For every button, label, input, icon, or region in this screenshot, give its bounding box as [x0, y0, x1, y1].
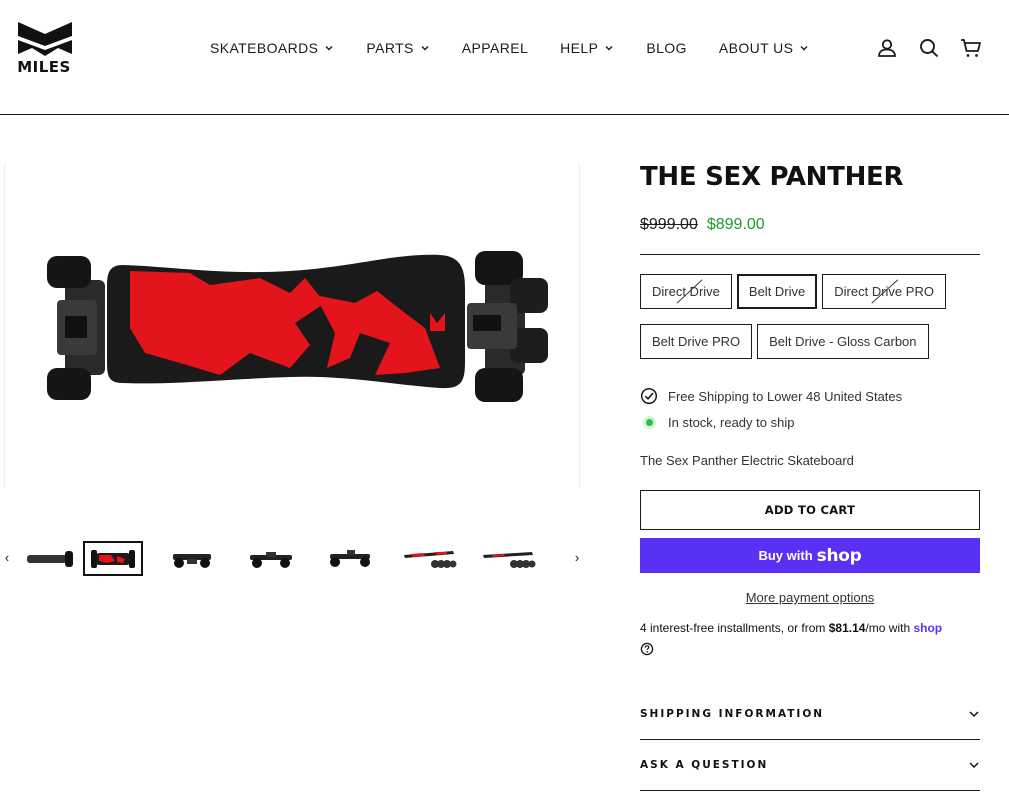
product-info-panel: THE SEX PANTHER $999.00 $899.00 Direct D… — [640, 160, 980, 658]
shop-pay-logo: shop — [816, 545, 862, 566]
installments-prefix: 4 interest-free installments, or from — [640, 621, 829, 635]
accordion-ask-a-question[interactable]: ASK A QUESTION — [640, 740, 980, 791]
thumbnail-2[interactable] — [83, 541, 143, 576]
variant-label: Belt Drive PRO — [652, 334, 741, 349]
variant-label: Direct Drive — [652, 284, 720, 299]
miles-logo[interactable]: MILES — [16, 20, 74, 78]
thumb-image — [173, 554, 211, 568]
variant-belt-drive-pro[interactable]: Belt Drive PRO — [640, 324, 753, 359]
nav-blog[interactable]: BLOG — [646, 40, 687, 56]
thumb-image — [483, 552, 536, 568]
variant-direct-drive-pro[interactable]: Direct Drive PRO — [822, 274, 946, 309]
buy-with-shop-button[interactable]: Buy with shop — [640, 538, 980, 573]
thumbnail-5[interactable] — [320, 542, 380, 576]
variant-selector: Direct Drive Belt Drive Direct Drive PRO… — [640, 274, 980, 374]
price-sale: $899.00 — [706, 216, 765, 233]
nav-help[interactable]: HELP — [560, 40, 614, 56]
miles-logo-icon — [18, 22, 72, 56]
nav-label: PARTS — [366, 40, 414, 56]
variant-label: Belt Drive — [748, 284, 806, 299]
logo-text: MILES — [17, 58, 71, 76]
variant-belt-drive-gloss-carbon[interactable]: Belt Drive - Gloss Carbon — [757, 324, 929, 359]
thumbnail-3[interactable] — [162, 542, 222, 576]
stock-note-text: In stock, ready to ship — [668, 414, 795, 430]
chevron-down-icon — [325, 46, 333, 51]
divider — [640, 254, 980, 255]
product-main-image[interactable] — [4, 163, 580, 488]
thumbnail-strip: ‹ › — [0, 538, 590, 580]
nav-skateboards[interactable]: SKATEBOARDS — [210, 40, 334, 56]
skateboard-image — [47, 251, 548, 402]
cart-icon[interactable] — [959, 36, 983, 60]
variant-label: Belt Drive - Gloss Carbon — [769, 334, 917, 349]
price-block: $999.00 $899.00 — [640, 216, 980, 234]
variant-direct-drive[interactable]: Direct Drive — [640, 274, 732, 309]
product-description: The Sex Panther Electric Skateboard — [640, 453, 854, 468]
question-icon[interactable] — [640, 642, 654, 656]
thumb-image — [27, 551, 73, 567]
shipping-note: Free Shipping to Lower 48 United States — [640, 386, 980, 406]
accordion-label: ASK A QUESTION — [640, 759, 769, 771]
accordion-shipping-information[interactable]: SHIPPING INFORMATION — [640, 689, 980, 740]
shipping-note-text: Free Shipping to Lower 48 United States — [668, 388, 903, 404]
thumb-image — [250, 552, 292, 568]
chevron-down-icon — [605, 46, 613, 51]
nav-label: SKATEBOARDS — [210, 40, 319, 56]
search-icon[interactable] — [917, 36, 941, 60]
thumbnail-4[interactable] — [241, 542, 301, 576]
site-header: MILES SKATEBOARDS PARTS APPAREL HELP BLO… — [0, 0, 1009, 115]
header-icons — [857, 36, 983, 60]
chevron-down-icon — [969, 711, 979, 718]
thumb-prev-arrow-icon[interactable]: ‹ — [0, 548, 14, 568]
thumb-image — [330, 550, 370, 567]
nav-label: HELP — [560, 40, 599, 56]
nav-label: ABOUT US — [718, 40, 794, 56]
account-icon[interactable] — [875, 36, 899, 60]
variant-belt-drive[interactable]: Belt Drive — [736, 274, 818, 309]
nav-about-us[interactable]: ABOUT US — [719, 40, 810, 56]
main-nav: SKATEBOARDS PARTS APPAREL HELP BLOG ABOU… — [210, 38, 841, 58]
installments-amount: $81.14 — [828, 621, 866, 635]
nav-apparel[interactable]: APPAREL — [462, 40, 528, 56]
stock-note: In stock, ready to ship — [640, 412, 980, 432]
nav-parts[interactable]: PARTS — [366, 40, 429, 56]
add-to-cart-button[interactable]: ADD TO CART — [640, 490, 980, 530]
variant-label: Direct Drive PRO — [834, 284, 934, 299]
accordion-label: SHIPPING INFORMATION — [640, 708, 825, 720]
thumbnail-1[interactable] — [20, 542, 80, 576]
chevron-down-icon — [421, 46, 429, 51]
installments-provider: shop — [913, 621, 943, 635]
price-original: $999.00 — [640, 216, 698, 233]
buy-with-label: Buy with — [758, 548, 813, 563]
thumb-next-arrow-icon[interactable]: › — [570, 548, 584, 568]
thumbnail-7[interactable] — [478, 542, 538, 576]
thumbnail-6[interactable] — [399, 542, 459, 576]
chevron-down-icon — [969, 762, 979, 769]
in-stock-dot-icon — [640, 413, 658, 431]
nav-label: BLOG — [646, 40, 687, 56]
product-title: THE SEX PANTHER — [640, 162, 904, 192]
thumb-image — [91, 549, 135, 568]
more-payment-options-link[interactable]: More payment options — [640, 590, 980, 605]
thumb-image — [404, 551, 457, 568]
installments-suffix: /mo with — [865, 621, 914, 635]
chevron-down-icon — [800, 46, 808, 51]
check-circle-icon — [640, 387, 658, 405]
installments-note: 4 interest-free installments, or from $8… — [640, 618, 980, 658]
nav-label: APPAREL — [461, 40, 529, 56]
